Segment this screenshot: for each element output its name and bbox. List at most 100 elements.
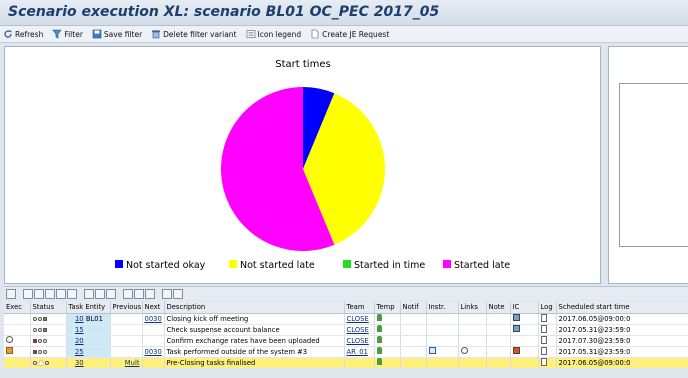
links-cell[interactable] [458,324,487,336]
exec-cell[interactable] [4,357,31,369]
task-link[interactable]: 20 [75,337,84,345]
team-cell[interactable]: AR_01 [344,346,375,358]
task-link[interactable]: 30 [75,359,84,367]
filter-button[interactable]: Filter [52,29,83,39]
previous-cell[interactable]: Mult [110,357,143,369]
next-cell[interactable] [142,357,165,369]
column-header[interactable]: Next [142,301,165,314]
team-link[interactable]: CLOSE [347,326,369,334]
column-header[interactable]: Description [164,301,345,314]
column-header[interactable]: Instr. [426,301,459,314]
temp-cell[interactable] [374,335,401,347]
previous-cell[interactable] [110,313,143,325]
links-cell[interactable] [458,335,487,347]
previous-cell[interactable] [110,346,143,358]
info-icon[interactable] [428,347,436,354]
links-cell[interactable] [458,357,487,369]
link-icon[interactable] [460,347,468,354]
log-cell[interactable] [538,324,557,336]
temp-cell[interactable] [374,313,401,325]
save-filter-button[interactable]: Save filter [92,29,142,39]
more-icon[interactable] [173,288,183,299]
next-cell[interactable] [142,335,165,347]
log-cell[interactable] [538,313,557,325]
delete-filter-variant-button[interactable]: Delete filter variant [151,29,237,39]
column-header[interactable]: IC [510,301,539,314]
log-icon[interactable] [540,335,547,344]
column-header[interactable]: Exec [4,301,31,314]
task-link[interactable]: 25 [75,348,84,356]
ic-icon[interactable] [512,314,520,321]
ic-cell[interactable] [510,324,539,336]
print-icon[interactable] [84,288,94,299]
ic-cell[interactable] [510,357,539,369]
column-header[interactable]: Scheduled start time [556,301,688,314]
next-link[interactable]: 0030 [145,348,162,356]
column-header[interactable]: Log [538,301,557,314]
task-entity-cell[interactable]: 30 [66,357,111,369]
team-cell[interactable] [344,357,375,369]
table-row[interactable]: 25 0030 Task performed outside of the sys… [4,346,688,358]
temp-cell[interactable] [374,346,401,358]
task-link[interactable]: 15 [75,326,84,334]
next-cell[interactable] [142,324,165,336]
ic-cell[interactable] [510,313,539,325]
log-icon[interactable] [540,313,547,322]
temp-cell[interactable] [374,357,401,369]
team-link[interactable]: CLOSE [347,315,369,323]
change-layout-icon[interactable] [134,288,144,299]
next-cell[interactable]: 0030 [142,313,165,325]
instr-cell[interactable] [426,313,459,325]
links-cell[interactable] [458,313,487,325]
task-entity-cell[interactable]: 15 [66,324,111,336]
details-icon[interactable] [6,288,16,299]
next-cell[interactable]: 0030 [142,346,165,358]
create-je-request-button[interactable]: Create JE Request [310,29,389,39]
table-row[interactable]: 20 Confirm exchange rates have been uplo… [4,335,688,347]
graphic-icon[interactable] [162,288,172,299]
log-icon[interactable] [540,346,547,355]
find-icon[interactable] [45,288,55,299]
team-cell[interactable]: CLOSE [344,335,375,347]
team-link[interactable]: AR_01 [347,348,368,356]
column-header[interactable]: Note [486,301,511,314]
temp-cell[interactable] [374,324,401,336]
subtotal-icon[interactable] [67,288,77,299]
filter-table-icon[interactable] [34,288,44,299]
instr-cell[interactable] [426,346,459,358]
log-icon[interactable] [540,324,547,333]
ic-cell[interactable] [510,335,539,347]
next-link[interactable]: 0030 [145,315,162,323]
instr-cell[interactable] [426,324,459,336]
table-row[interactable]: 15 Check suspense account balance CLOSE 20… [4,324,688,336]
refresh-button[interactable]: Refresh [3,29,43,39]
icon-legend-button[interactable]: Icon legend [246,29,301,39]
task-link[interactable]: 10 [75,315,84,323]
log-cell[interactable] [538,346,557,358]
log-cell[interactable] [538,357,557,369]
task-entity-cell[interactable]: 20 [66,335,111,347]
previous-link[interactable]: Mult [125,359,140,367]
column-header[interactable]: Notif [400,301,427,314]
column-header[interactable]: Links [458,301,487,314]
ic-icon[interactable] [512,325,520,332]
layout-icon[interactable] [123,288,133,299]
exec-cell[interactable] [4,346,31,358]
instr-cell[interactable] [426,357,459,369]
sum-icon[interactable] [56,288,66,299]
task-entity-cell[interactable]: 25 [66,346,111,358]
task-entity-cell[interactable]: 10 BL01 [66,313,111,325]
column-header[interactable]: Status [30,301,67,314]
log-cell[interactable] [538,335,557,347]
export-icon[interactable] [106,288,116,299]
log-icon[interactable] [540,357,547,366]
team-cell[interactable]: CLOSE [344,313,375,325]
exec-cell[interactable] [4,335,31,347]
exec-cell[interactable] [4,324,31,336]
column-header[interactable]: Task Entity [66,301,111,314]
table-row[interactable]: 30 Mult Pre-Closing tasks finalised 2017.0… [4,357,688,369]
team-link[interactable]: CLOSE [347,337,369,345]
save-layout-icon[interactable] [145,288,155,299]
instr-cell[interactable] [426,335,459,347]
previous-cell[interactable] [110,324,143,336]
